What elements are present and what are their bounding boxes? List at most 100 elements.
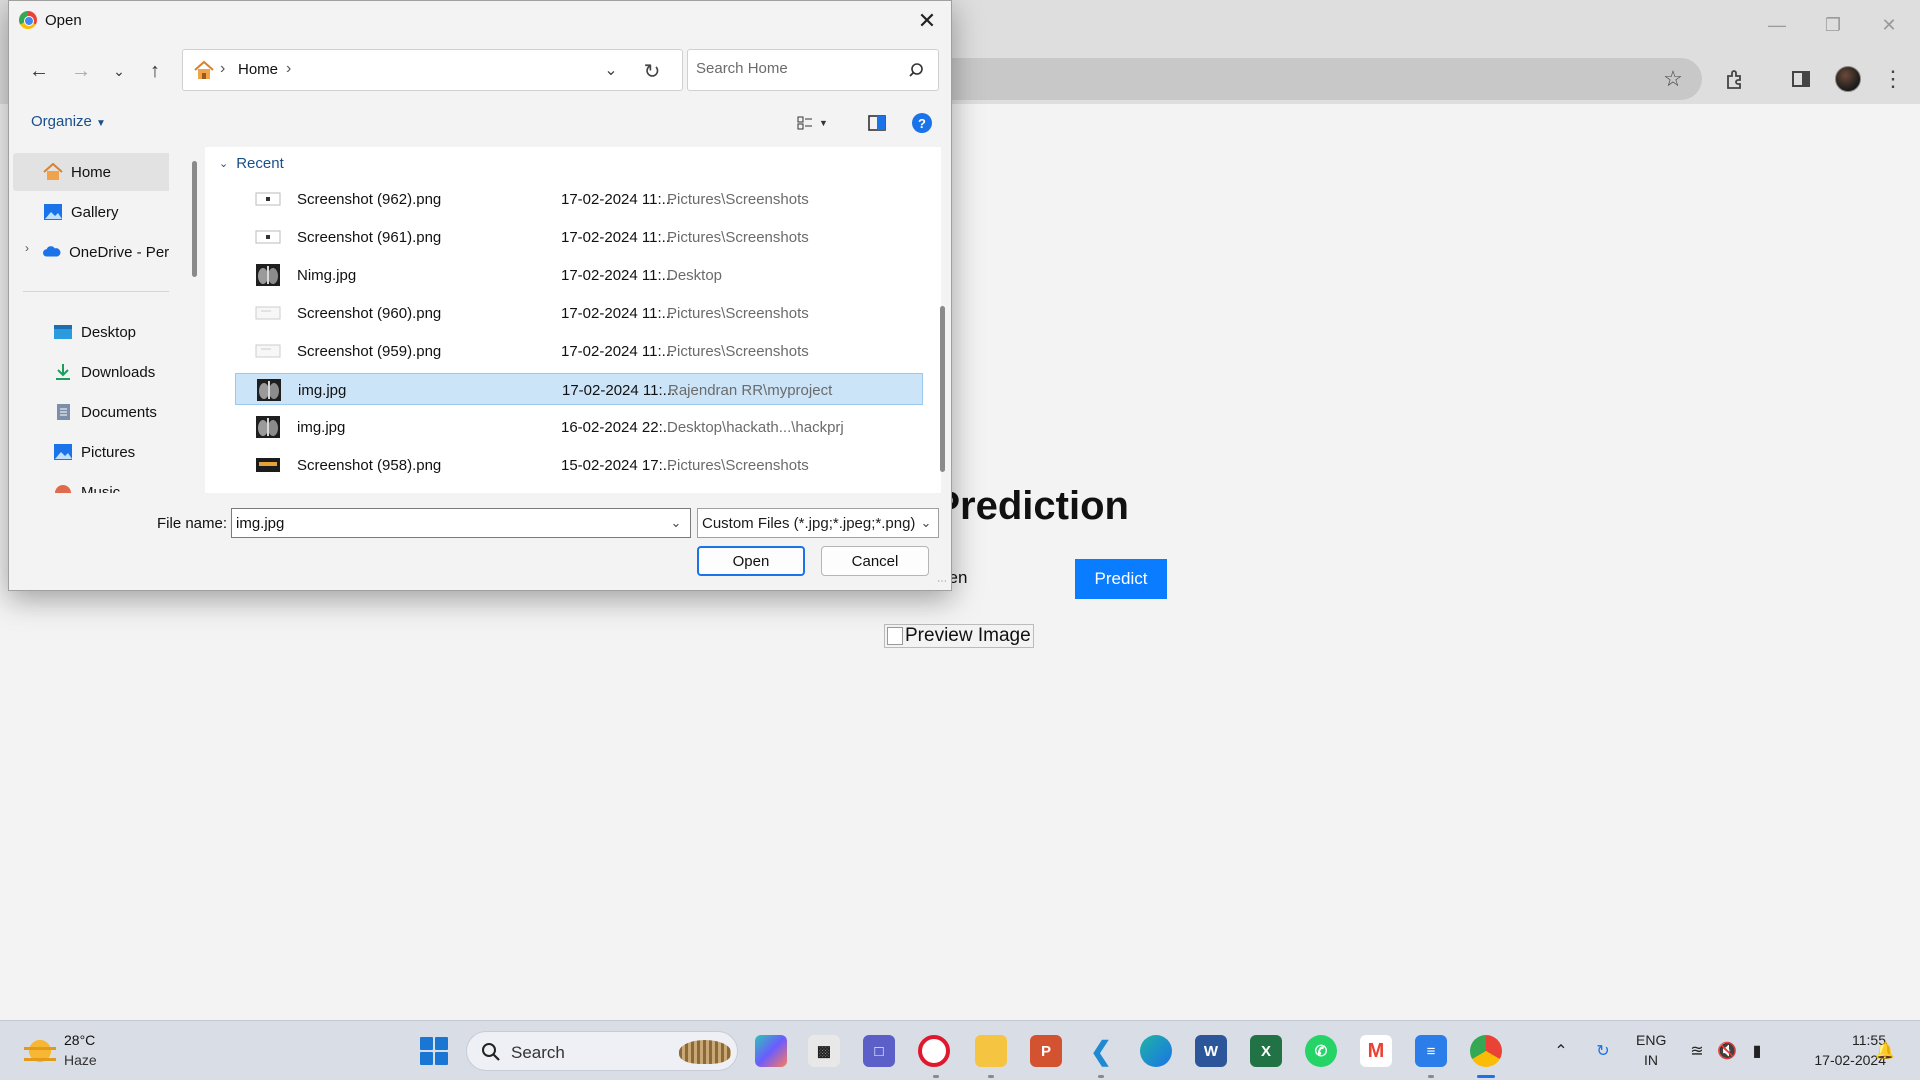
file-name: Screenshot (962).png [297, 191, 442, 208]
command-bar: Organize ▼ ▼ ? [9, 105, 951, 141]
file-location: Pictures\Screenshots [667, 191, 809, 208]
dialog-titlebar: Open ✕ [9, 1, 951, 41]
group-header[interactable]: ⌄ Recent [219, 155, 284, 172]
address-bar[interactable] [940, 58, 1702, 100]
sidebar-item-home[interactable]: Home [13, 153, 169, 191]
minimize-icon[interactable]: — [1754, 10, 1800, 40]
battery-charging-icon[interactable]: ▮ [1746, 1040, 1768, 1062]
restore-icon[interactable]: ❐ [1810, 10, 1856, 40]
file-name: Screenshot (958).png [297, 457, 442, 474]
sidebar-divider [23, 291, 169, 292]
file-row[interactable]: Screenshot (962).png 17-02-2024 11:... Pic… [235, 183, 923, 215]
search-box[interactable] [687, 49, 939, 91]
preview-image: Preview Image [884, 624, 1034, 648]
menu-kebab-icon[interactable]: ⋮ [1882, 64, 1904, 94]
search-input[interactable] [696, 60, 896, 77]
predict-button[interactable]: Predict [1075, 559, 1167, 599]
file-row[interactable]: Screenshot (961).png 17-02-2024 11:... Pic… [235, 221, 923, 253]
wifi-icon[interactable]: ≊ [1686, 1040, 1708, 1062]
file-thumbnail-icon [255, 416, 281, 438]
breadcrumb-separator-icon[interactable]: › [286, 60, 291, 78]
breadcrumb[interactable]: › Home › ⌄ ↻ [182, 49, 683, 91]
sidebar-item-onedrive[interactable]: OneDrive - Perso [13, 233, 169, 271]
file-location: Desktop [667, 267, 723, 284]
file-type-dropdown-icon[interactable]: ⌄ [915, 511, 937, 535]
language-region[interactable]: IN [1644, 1052, 1658, 1068]
group-header-label: Recent [236, 155, 284, 172]
file-row[interactable]: Screenshot (960).png 17-02-2024 11:... Pic… [235, 297, 923, 329]
forward-arrow-icon[interactable]: → [67, 57, 95, 85]
system-tray: ⌃ ↻ ENG IN ≊ 🔇 ▮ 11:55 17-02-2024 🔔 [0, 1021, 1920, 1080]
cloud-icon [43, 246, 61, 257]
file-list-scrollbar[interactable] [940, 306, 945, 472]
sidebar-item-label: Desktop [81, 323, 137, 341]
organize-label: Organize [31, 113, 92, 130]
organize-button[interactable]: Organize ▼ [31, 113, 106, 130]
navigation-pane: Home Gallery › OneDrive - Perso Desktop … [9, 147, 169, 493]
help-icon[interactable]: ? [912, 113, 932, 133]
extensions-icon[interactable] [1720, 64, 1750, 94]
file-location: Pictures\Screenshots [667, 305, 809, 322]
file-date: 17-02-2024 11:... [561, 229, 675, 246]
notification-bell-icon[interactable]: 🔔 [1874, 1040, 1896, 1062]
sync-icon[interactable]: ↻ [1592, 1040, 1614, 1062]
file-row[interactable]: img.jpg 16-02-2024 22:... Desktop\hackath.… [235, 411, 923, 443]
speaker-muted-icon[interactable]: 🔇 [1716, 1040, 1738, 1062]
gallery-icon [44, 204, 62, 220]
file-location: Pictures\Screenshots [667, 343, 809, 360]
profile-avatar[interactable] [1835, 66, 1861, 92]
preview-pane-icon[interactable] [865, 111, 889, 135]
close-window-icon[interactable]: ✕ [1866, 10, 1912, 40]
sidebar-item-pictures[interactable]: Pictures 📌 [13, 433, 169, 471]
sidebar-item-desktop[interactable]: Desktop 📌 [13, 313, 169, 351]
address-dropdown-icon[interactable]: ⌄ [599, 58, 623, 82]
file-name: Screenshot (959).png [297, 343, 442, 360]
file-date: 17-02-2024 11:... [561, 343, 675, 360]
side-panel-icon[interactable] [1786, 64, 1816, 94]
file-name: img.jpg [298, 382, 347, 399]
cancel-button[interactable]: Cancel [821, 546, 929, 576]
preview-alt-text: Preview Image [905, 625, 1031, 646]
sidebar-item-downloads[interactable]: Downloads 📌 [13, 353, 169, 391]
file-row[interactable]: img.jpg 17-02-2024 11:... Rajendran RR\myp… [235, 373, 923, 405]
refresh-icon[interactable]: ↻ [639, 58, 665, 84]
language-indicator[interactable]: ENG [1636, 1032, 1666, 1048]
sidebar-item-music[interactable]: Music [13, 473, 169, 493]
sidebar-item-gallery[interactable]: Gallery [13, 193, 169, 231]
change-view-button[interactable]: ▼ [797, 111, 841, 135]
up-arrow-icon[interactable]: ↑ [141, 57, 169, 85]
back-arrow-icon[interactable]: ← [25, 57, 53, 85]
file-thumbnail-icon [255, 188, 281, 210]
breadcrumb-location[interactable]: Home [238, 61, 278, 78]
sidebar-item-documents[interactable]: Documents 📌 [13, 393, 169, 431]
show-hidden-icons-chevron-icon[interactable]: ⌃ [1550, 1040, 1572, 1062]
file-date: 15-02-2024 17:... [561, 457, 676, 474]
music-icon [55, 485, 71, 493]
navigation-bar: ← → ⌄ ↑ › Home › ⌄ ↻ [9, 49, 951, 93]
breadcrumb-separator-icon: › [220, 60, 226, 77]
file-type-select[interactable]: Custom Files (*.jpg;*.jpeg;*.png) [697, 508, 939, 538]
file-row[interactable]: Screenshot (958).png 15-02-2024 17:... Pic… [235, 449, 923, 481]
file-row[interactable]: Screenshot (959).png 17-02-2024 11:... Pic… [235, 335, 923, 367]
file-thumbnail-icon [255, 340, 281, 362]
file-name: Screenshot (961).png [297, 229, 442, 246]
view-list-icon [797, 116, 812, 130]
caret-down-icon: ▼ [819, 118, 828, 128]
clock-date[interactable]: 17-02-2024 [1788, 1052, 1886, 1068]
file-row[interactable]: Nimg.jpg 17-02-2024 11:... Desktop [235, 259, 923, 291]
file-name-dropdown-icon[interactable]: ⌄ [665, 511, 687, 535]
file-name-input[interactable] [231, 508, 691, 538]
bookmark-star-icon[interactable]: ☆ [1660, 66, 1686, 92]
open-file-dialog: Open ✕ ← → ⌄ ↑ › Home › ⌄ ↻ Organize ▼ ▼… [8, 0, 952, 591]
file-location: Rajendran RR\myproject [668, 382, 833, 399]
close-icon[interactable]: ✕ [911, 5, 943, 37]
sidebar-scrollbar[interactable] [192, 161, 197, 277]
file-date: 17-02-2024 11:... [561, 305, 675, 322]
open-button[interactable]: Open [697, 546, 805, 576]
file-date: 16-02-2024 22:... [561, 419, 676, 436]
resize-grip-icon[interactable]: ⋯ [937, 576, 949, 588]
search-icon[interactable] [908, 62, 924, 78]
caret-down-icon: ▼ [96, 118, 106, 129]
file-location: Pictures\Screenshots [667, 457, 809, 474]
recent-locations-chevron-icon[interactable]: ⌄ [105, 57, 133, 85]
